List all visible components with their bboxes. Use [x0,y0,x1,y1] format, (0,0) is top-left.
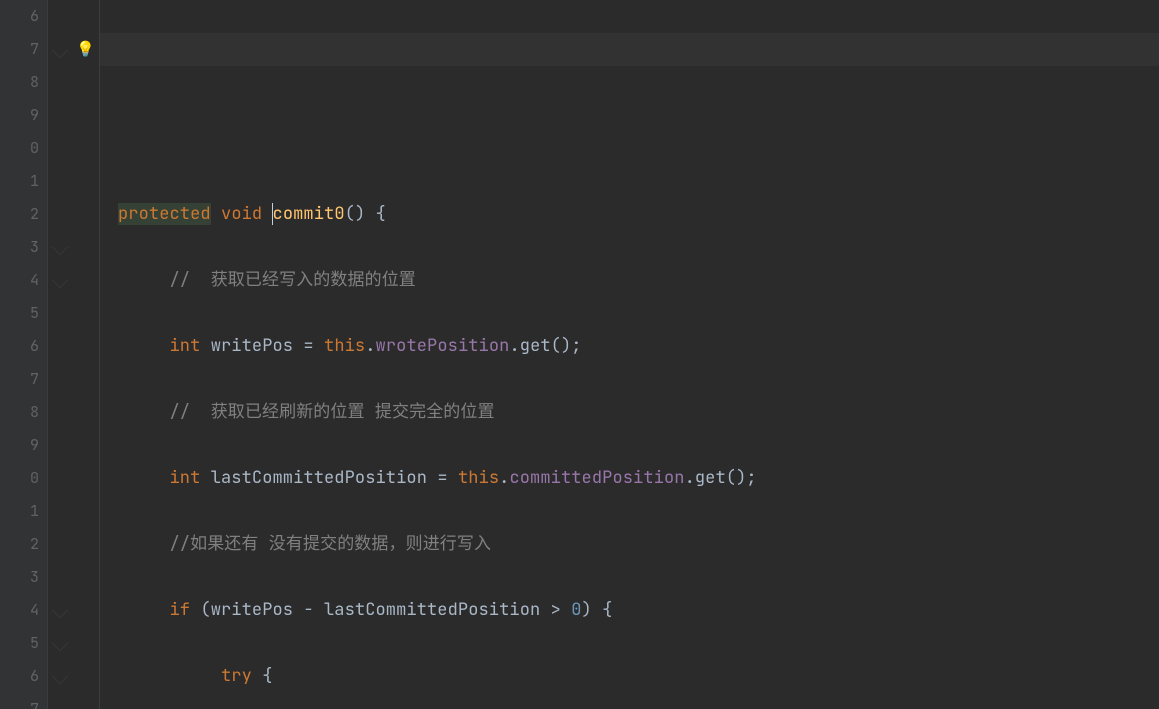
method-call: get [695,467,726,489]
line-number: 4 [0,264,39,297]
variable: writePos [200,335,303,357]
line-number: 6 [0,660,39,693]
fold-toggle-icon[interactable] [52,272,69,289]
keyword-this: this [458,467,499,489]
line-number: 7 [0,33,39,66]
code-editor[interactable]: 6 7 8 9 0 1 2 3 4 5 6 7 8 9 0 1 2 3 4 5 … [0,0,1159,709]
line-number: 5 [0,297,39,330]
keyword-try: try [221,665,252,687]
line-number: 1 [0,165,39,198]
comment: // 获取已经刷新的位置 提交完全的位置 [170,401,495,423]
keyword-int: int [170,335,201,357]
line-number: 5 [0,627,39,660]
line-number-gutter: 6 7 8 9 0 1 2 3 4 5 6 7 8 9 0 1 2 3 4 5 … [0,0,48,709]
operator-assign: = [303,335,313,357]
line-number: 7 [0,693,39,709]
method-call: get [520,335,551,357]
keyword-int: int [170,467,201,489]
current-line-highlight [100,33,1159,66]
line-number: 4 [0,594,39,627]
keyword-void: void [221,203,262,225]
code-area[interactable]: protected void commit0() { // 获取已经写入的数据的… [100,0,1159,709]
fold-toggle-icon[interactable] [52,635,69,652]
keyword-this: this [324,335,365,357]
field-ref: wrotePosition [376,335,510,357]
brace-open: { [252,665,273,687]
fold-toggle-icon[interactable] [52,602,69,619]
line-number: 1 [0,495,39,528]
field-ref: committedPosition [509,467,684,489]
brace-open: { [365,203,386,225]
comment: // 获取已经写入的数据的位置 [170,269,416,291]
method-name: commit0 [273,203,345,225]
fold-toggle-icon[interactable] [52,42,69,59]
code-text[interactable]: protected void commit0() { // 获取已经写入的数据的… [100,99,1159,709]
comment: //如果还有 没有提交的数据，则进行写入 [170,533,492,555]
line-number: 2 [0,528,39,561]
keyword-if: if [170,599,191,621]
line-number: 6 [0,330,39,363]
line-number: 9 [0,429,39,462]
fold-toggle-icon[interactable] [52,239,69,256]
brace-open: { [592,599,613,621]
variable: lastCommittedPosition [200,467,437,489]
editor-annotations-gutter: 💡 [48,0,100,709]
number-literal: 0 [571,599,581,621]
line-number: 0 [0,462,39,495]
line-number: 8 [0,66,39,99]
line-number: 8 [0,396,39,429]
line-number: 3 [0,231,39,264]
intention-bulb-icon[interactable]: 💡 [76,41,92,57]
keyword-protected: protected [118,203,211,225]
parentheses: () [345,203,366,225]
line-number: 7 [0,363,39,396]
line-number: 6 [0,0,39,33]
line-number: 0 [0,132,39,165]
fold-toggle-icon[interactable] [52,668,69,685]
line-number: 3 [0,561,39,594]
line-number: 2 [0,198,39,231]
line-number: 9 [0,99,39,132]
